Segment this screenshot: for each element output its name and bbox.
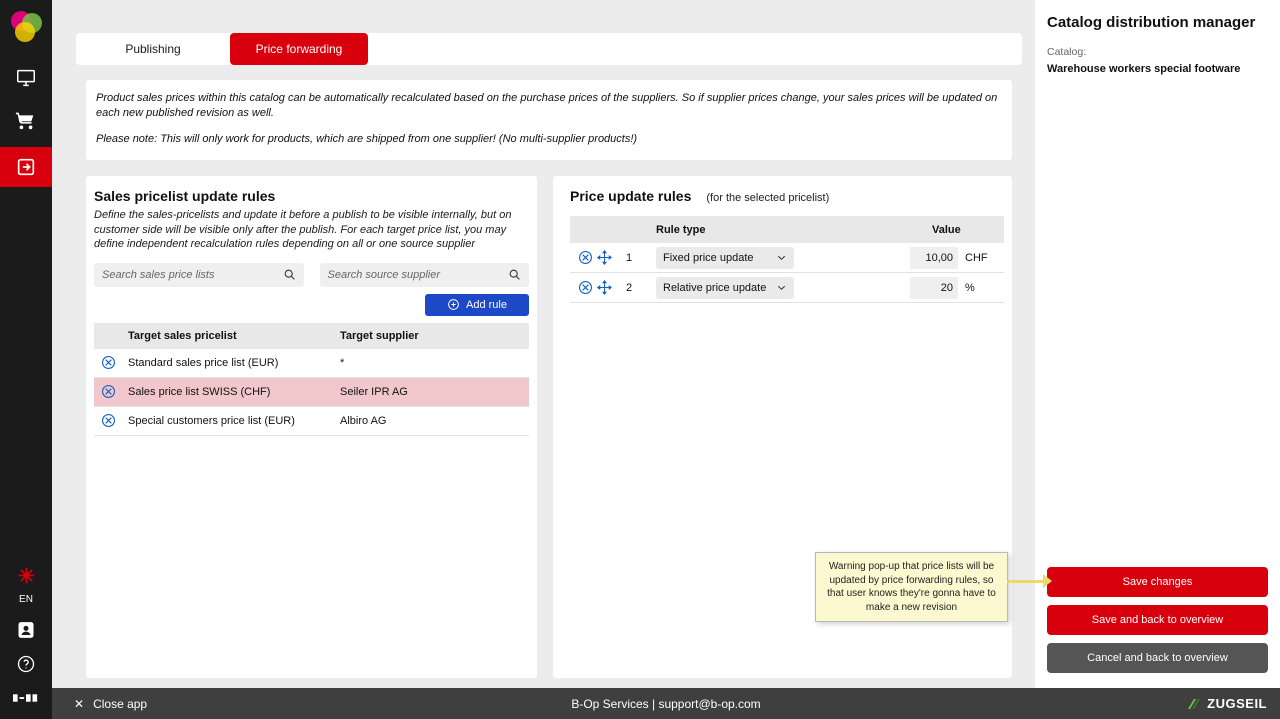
sidebar: EN bbox=[0, 0, 52, 719]
tab-price-forwarding[interactable]: Price forwarding bbox=[230, 33, 368, 65]
pricelist-panel-title: Sales pricelist update rules bbox=[94, 188, 529, 204]
close-icon: ✕ bbox=[74, 697, 84, 711]
apps-icon[interactable] bbox=[0, 681, 52, 715]
pricelist-row-selected[interactable]: Sales price list SWISS (CHF) Seiler IPR … bbox=[94, 378, 529, 407]
brand-name: ZUGSEIL bbox=[1207, 696, 1267, 711]
burst-icon[interactable] bbox=[0, 558, 52, 592]
search-row bbox=[94, 263, 529, 287]
pricelist-name: Special customers price list (EUR) bbox=[122, 415, 334, 427]
rule-value-input[interactable]: 20 bbox=[910, 277, 958, 299]
drag-handle-icon[interactable] bbox=[597, 280, 612, 295]
tab-bar: Publishing Price forwarding bbox=[76, 33, 1022, 65]
app-root: EN Publishing Price forwardi bbox=[0, 0, 1280, 719]
remove-pricelist-icon[interactable] bbox=[101, 384, 116, 399]
rule-row: 2 Relative price update 20 % bbox=[570, 273, 1004, 303]
search-icon bbox=[283, 268, 296, 281]
chevron-down-icon bbox=[776, 252, 787, 263]
drag-handle-icon[interactable] bbox=[597, 250, 612, 265]
footer-services: B-Op Services | support@b-op.com bbox=[571, 697, 760, 711]
chevron-down-icon bbox=[776, 282, 787, 293]
page-title: Catalog distribution manager bbox=[1047, 14, 1268, 31]
info-paragraph-2: Please note: This will only work for pro… bbox=[96, 132, 1002, 147]
remove-pricelist-icon[interactable] bbox=[101, 413, 116, 428]
annotation-note: Warning pop-up that price lists will be … bbox=[815, 552, 1008, 622]
header-target-pricelist: Target sales pricelist bbox=[122, 330, 334, 342]
cancel-back-button[interactable]: Cancel and back to overview bbox=[1047, 643, 1268, 673]
rules-panel-subtitle: (for the selected pricelist) bbox=[706, 192, 829, 204]
header-target-supplier: Target supplier bbox=[334, 330, 529, 342]
save-changes-button[interactable]: Save changes bbox=[1047, 567, 1268, 597]
cart-icon[interactable] bbox=[0, 103, 52, 137]
catalog-label: Catalog: bbox=[1047, 46, 1268, 58]
search-supplier-box[interactable] bbox=[320, 263, 530, 287]
header-value: Value bbox=[932, 224, 1004, 236]
add-rule-label: Add rule bbox=[466, 299, 507, 311]
close-app-label: Close app bbox=[93, 697, 147, 711]
pricelist-panel-description: Define the sales-pricelists and update i… bbox=[94, 208, 529, 252]
supplier-name: * bbox=[334, 357, 529, 369]
rule-unit: % bbox=[965, 282, 975, 294]
language-label[interactable]: EN bbox=[19, 594, 33, 605]
rule-index: 1 bbox=[626, 252, 632, 264]
search-pricelists-input[interactable] bbox=[102, 269, 283, 281]
pricelist-name: Sales price list SWISS (CHF) bbox=[122, 386, 334, 398]
rule-value-input[interactable]: 10,00 bbox=[910, 247, 958, 269]
rule-type-dropdown[interactable]: Relative price update bbox=[656, 277, 794, 299]
rule-row: 1 Fixed price update 10,00 CHF bbox=[570, 243, 1004, 273]
supplier-name: Seiler IPR AG bbox=[334, 386, 529, 398]
remove-pricelist-icon[interactable] bbox=[101, 355, 116, 370]
footer: ✕ Close app B-Op Services | support@b-op… bbox=[52, 688, 1280, 719]
catalog-name: Warehouse workers special footware bbox=[1047, 63, 1268, 75]
monitor-icon[interactable] bbox=[0, 61, 52, 95]
rules-table: Rule type Value bbox=[570, 216, 1004, 303]
remove-rule-icon[interactable] bbox=[578, 280, 593, 295]
rule-index: 2 bbox=[626, 282, 632, 294]
sales-pricelist-panel: Sales pricelist update rules Define the … bbox=[86, 176, 537, 678]
close-app-button[interactable]: ✕ Close app bbox=[74, 697, 147, 711]
app-logo[interactable] bbox=[7, 7, 45, 45]
rule-type-value: Relative price update bbox=[663, 282, 766, 294]
brand-icon bbox=[1186, 697, 1202, 711]
search-pricelists-box[interactable] bbox=[94, 263, 304, 287]
save-back-button[interactable]: Save and back to overview bbox=[1047, 605, 1268, 635]
pricelist-row[interactable]: Special customers price list (EUR) Albir… bbox=[94, 407, 529, 436]
plus-icon bbox=[447, 298, 460, 311]
profile-icon[interactable] bbox=[0, 613, 52, 647]
brand-logo: ZUGSEIL bbox=[1186, 696, 1267, 711]
context-panel: Catalog distribution manager Catalog: Wa… bbox=[1035, 0, 1280, 688]
search-supplier-input[interactable] bbox=[328, 269, 509, 281]
rule-type-value: Fixed price update bbox=[663, 252, 754, 264]
catalog-distribution-icon[interactable] bbox=[0, 147, 52, 187]
info-paragraph-1: Product sales prices within this catalog… bbox=[96, 91, 1002, 121]
info-box: Product sales prices within this catalog… bbox=[86, 80, 1012, 160]
pricelist-row[interactable]: Standard sales price list (EUR) * bbox=[94, 349, 529, 378]
remove-rule-icon[interactable] bbox=[578, 250, 593, 265]
search-icon bbox=[508, 268, 521, 281]
add-rule-button[interactable]: Add rule bbox=[425, 294, 529, 316]
rule-type-dropdown[interactable]: Fixed price update bbox=[656, 247, 794, 269]
pricelist-table: Target sales pricelist Target supplier S… bbox=[94, 323, 529, 436]
header-rule-type: Rule type bbox=[656, 224, 932, 236]
help-icon[interactable] bbox=[0, 647, 52, 681]
rule-unit: CHF bbox=[965, 252, 988, 264]
supplier-name: Albiro AG bbox=[334, 415, 529, 427]
rules-table-header: Rule type Value bbox=[570, 216, 1004, 243]
rules-panel-title: Price update rules bbox=[570, 188, 691, 204]
pricelist-name: Standard sales price list (EUR) bbox=[122, 357, 334, 369]
tab-publishing[interactable]: Publishing bbox=[76, 33, 230, 65]
pricelist-table-header: Target sales pricelist Target supplier bbox=[94, 323, 529, 349]
